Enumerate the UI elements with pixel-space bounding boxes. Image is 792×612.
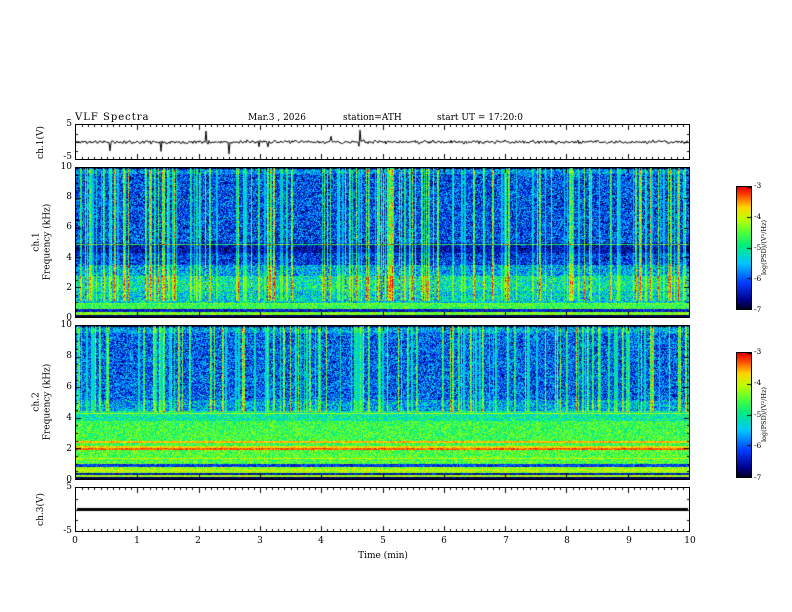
ch1-colorbar <box>736 186 752 310</box>
cb2-tick-2: -5 <box>754 410 762 419</box>
ch3-ymin-tick: -5 <box>63 526 72 536</box>
cb1-tick-2: -5 <box>754 243 762 252</box>
ch1-wave-label-text: ch.1(V) <box>35 125 46 159</box>
ch1-spec-freq-text: Frequency (kHz) <box>42 203 53 280</box>
page-title: VLF Spectra <box>75 112 150 123</box>
ch1-ymin-tick: -5 <box>63 152 72 162</box>
xtick-8: 8 <box>564 536 570 546</box>
xtick-7: 7 <box>503 536 509 546</box>
ch2-spec-axis-label: ch.2 Frequency (kHz) <box>28 325 56 478</box>
ch2-spec-channel-text: ch.2 <box>31 391 42 412</box>
spec2-ytick-4: 4 <box>66 413 72 423</box>
spec1-ytick-10: 10 <box>60 162 72 172</box>
cb2-tick-0: -3 <box>754 347 762 356</box>
xtick-5: 5 <box>380 536 386 546</box>
cb1-tick-3: -6 <box>754 274 762 283</box>
xtick-3: 3 <box>257 536 263 546</box>
ch3-wave-axis-label: ch.3(V) <box>32 487 50 532</box>
cb2-tick-4: -7 <box>754 473 762 482</box>
xtick-1: 1 <box>134 536 140 546</box>
date-label: Mar.3 , 2026 <box>248 113 306 123</box>
ch1-waveform-panel <box>75 124 690 160</box>
spec1-ytick-4: 4 <box>66 253 72 263</box>
cb1-tick-4: -7 <box>754 305 762 314</box>
cb1-tick-1: -4 <box>754 212 762 221</box>
cb2-tick-1: -4 <box>754 378 762 387</box>
spec1-ytick-6: 6 <box>66 222 72 232</box>
ch1-ymax-tick: 5 <box>66 119 72 129</box>
ch3-ymax-tick: 5 <box>66 482 72 492</box>
start-ut-label: start UT = 17:20:0 <box>437 113 523 123</box>
station-label: station=ATH <box>343 113 402 123</box>
ch1-spec-axis-label: ch.1 Frequency (kHz) <box>28 167 56 316</box>
ch3-waveform-panel <box>75 487 690 532</box>
xtick-2: 2 <box>195 536 201 546</box>
ch2-spectrogram-panel <box>75 325 690 480</box>
xtick-0: 0 <box>72 536 78 546</box>
cb1-tick-0: -3 <box>754 181 762 190</box>
spec2-ytick-10: 10 <box>60 320 72 330</box>
xtick-4: 4 <box>318 536 324 546</box>
ch1-wave-axis-label: ch.1(V) <box>32 124 50 160</box>
spec1-ytick-8: 8 <box>66 192 72 202</box>
vlf-spectra-figure: VLF Spectra Mar.3 , 2026 station=ATH sta… <box>0 0 792 612</box>
xtick-10: 10 <box>684 536 696 546</box>
spec2-ytick-8: 8 <box>66 351 72 361</box>
spec2-ytick-2: 2 <box>66 444 72 454</box>
ch3-wave-label-text: ch.3(V) <box>35 493 46 526</box>
xtick-9: 9 <box>626 536 632 546</box>
spec2-ytick-6: 6 <box>66 382 72 392</box>
xtick-6: 6 <box>441 536 447 546</box>
ch2-spec-freq-text: Frequency (kHz) <box>42 363 53 440</box>
ch2-colorbar <box>736 352 752 478</box>
spec1-ytick-2: 2 <box>66 283 72 293</box>
time-axis-label: Time (min) <box>358 551 408 561</box>
cb2-tick-3: -6 <box>754 441 762 450</box>
ch1-spectrogram-panel <box>75 167 690 318</box>
ch1-spec-channel-text: ch.1 <box>31 231 42 252</box>
